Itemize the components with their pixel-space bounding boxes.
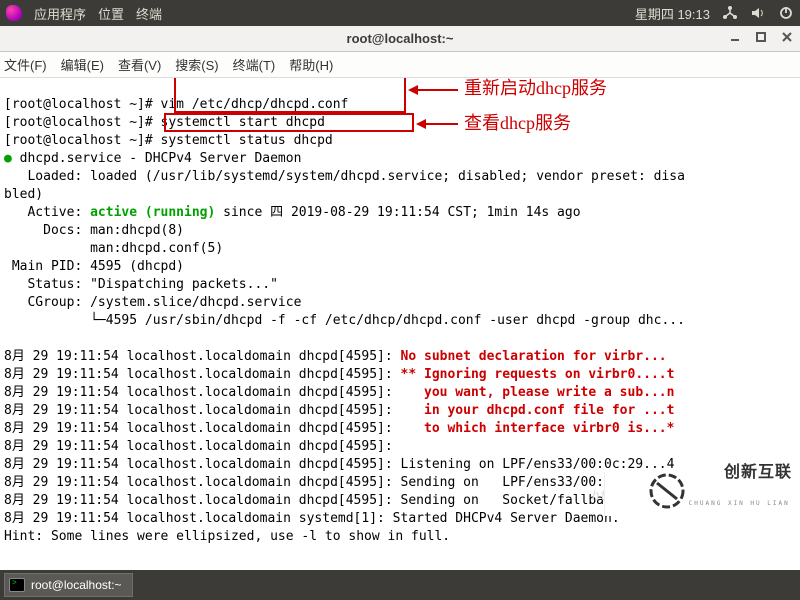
menu-file[interactable]: 文件(F) — [4, 55, 47, 74]
gnome-top-panel: 应用程序 位置 终端 星期四 19:13 — [0, 0, 800, 26]
terminal-viewport[interactable]: [root@localhost ~]# vim /etc/dhcp/dhcpd.… — [0, 78, 800, 544]
brand-subtitle: CHUANG XIN HU LIAN — [689, 501, 792, 507]
term-line: 8月 29 19:11:54 localhost.localdomain dhc… — [4, 475, 674, 490]
menu-applications[interactable]: 应用程序 — [34, 4, 86, 23]
status-dot-icon: ● — [4, 151, 20, 166]
term-line: 8月 29 19:11:54 localhost.localdomain dhc… — [4, 421, 401, 436]
term-line: dhcpd.service - DHCPv4 Server Daemon — [20, 151, 302, 166]
maximize-button[interactable] — [754, 30, 768, 44]
sound-icon[interactable] — [750, 5, 766, 21]
term-line: 8月 29 19:11:54 localhost.localdomain dhc… — [4, 367, 401, 382]
highlight-box — [164, 113, 414, 132]
term-line: 8月 29 19:11:54 localhost.localdomain dhc… — [4, 385, 401, 400]
term-line: 8月 29 19:11:54 localhost.localdomain dhc… — [4, 439, 401, 454]
gnome-foot-icon — [6, 5, 22, 21]
menu-edit[interactable]: 编辑(E) — [61, 55, 104, 74]
term-line: Docs: man:dhcpd(8) — [4, 223, 184, 238]
annotation-check: 查看dhcp服务 — [464, 114, 571, 132]
brand-name: 创新互联 — [724, 464, 792, 481]
menu-help[interactable]: 帮助(H) — [289, 55, 333, 74]
gnome-bottom-panel: root@localhost:~ — [0, 570, 800, 600]
menu-termmenu[interactable]: 终端(T) — [233, 55, 276, 74]
power-icon[interactable] — [778, 5, 794, 21]
term-line: 8月 29 19:11:54 localhost.localdomain dhc… — [4, 493, 674, 508]
term-error: ** Ignoring requests on virbr0....t — [401, 367, 675, 382]
menu-terminal[interactable]: 终端 — [136, 4, 162, 23]
term-line: Status: "Dispatching packets..." — [4, 277, 278, 292]
window-titlebar: root@localhost:~ — [0, 26, 800, 52]
term-line: 8月 29 19:11:54 localhost.localdomain dhc… — [4, 457, 674, 472]
terminal-icon — [9, 578, 25, 592]
menu-view[interactable]: 查看(V) — [118, 55, 161, 74]
brand-logo: 创新互联 CHUANG XIN HU LIAN — [604, 472, 800, 516]
term-line: CGroup: /system.slice/dhcpd.service — [4, 295, 301, 310]
terminal-menubar: 文件(F) 编辑(E) 查看(V) 搜索(S) 终端(T) 帮助(H) — [0, 52, 800, 78]
taskbar-terminal-button[interactable]: root@localhost:~ — [4, 573, 133, 597]
term-line: since 四 2019-08-29 19:11:54 CST; 1min 14… — [215, 205, 580, 220]
term-line: bled) — [4, 187, 43, 202]
term-error: No subnet declaration for virbr... — [401, 349, 667, 364]
term-line: Hint: Some lines were ellipsized, use -l… — [4, 529, 450, 544]
taskbar-label: root@localhost:~ — [31, 578, 122, 592]
logo-icon — [613, 451, 688, 537]
network-icon[interactable] — [722, 5, 738, 21]
annotation-restart: 重新启动dhcp服务 — [464, 79, 607, 97]
term-line: 8月 29 19:11:54 localhost.localdomain dhc… — [4, 403, 401, 418]
close-button[interactable] — [780, 30, 794, 44]
arrow-icon — [410, 89, 458, 91]
active-status: active (running) — [90, 205, 215, 220]
minimize-button[interactable] — [728, 30, 742, 44]
term-error: you want, please write a sub...n — [401, 385, 675, 400]
term-line: └─4595 /usr/sbin/dhcpd -f -cf /etc/dhcp/… — [4, 313, 685, 328]
term-line: Loaded: loaded (/usr/lib/systemd/system/… — [4, 169, 685, 184]
clock-label[interactable]: 星期四 19:13 — [635, 4, 710, 23]
term-line: 8月 29 19:11:54 localhost.localdomain sys… — [4, 511, 620, 526]
term-line: man:dhcpd.conf(5) — [4, 241, 223, 256]
menu-search[interactable]: 搜索(S) — [175, 55, 218, 74]
term-line: 8月 29 19:11:54 localhost.localdomain dhc… — [4, 349, 401, 364]
term-line: Active: — [4, 205, 90, 220]
term-line: [root@localhost ~]# systemctl status dhc… — [4, 133, 333, 148]
highlight-box — [174, 78, 406, 113]
term-line: Main PID: 4595 (dhcpd) — [4, 259, 184, 274]
term-error: to which interface virbr0 is...* — [401, 421, 675, 436]
window-title: root@localhost:~ — [347, 31, 454, 46]
arrow-icon — [418, 123, 458, 125]
menu-places[interactable]: 位置 — [98, 4, 124, 23]
term-error: in your dhcpd.conf file for ...t — [401, 403, 675, 418]
